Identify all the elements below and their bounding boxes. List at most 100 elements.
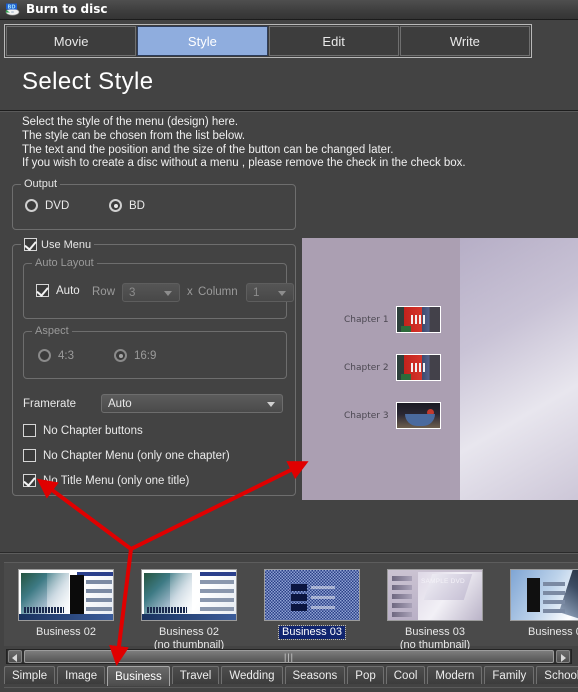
description-line-4: If you wish to create a disc without a m…: [22, 157, 466, 170]
category-tab-image[interactable]: Image: [57, 666, 106, 684]
output-group-legend: Output: [21, 178, 61, 190]
auto-layout-legend: Auto Layout: [32, 257, 97, 269]
category-tab-cool-label: Cool: [393, 669, 418, 682]
radio-output-dvd[interactable]: DVD: [25, 199, 69, 212]
style-caption-business-03-no-thumbnail-line1: Business 03: [405, 626, 465, 638]
category-tab-school-label: School: [544, 669, 578, 682]
checkbox-no-chapter-buttons-label: No Chapter buttons: [43, 424, 143, 437]
dropdown-row[interactable]: 3: [122, 283, 180, 302]
times-label: x: [187, 286, 193, 298]
preview-chapter-3-thumbnail: [396, 402, 441, 429]
dropdown-column-value: 1: [253, 286, 260, 299]
dropdown-column[interactable]: 1: [246, 283, 294, 302]
style-item-business-03[interactable]: Business 03: [258, 569, 366, 640]
aspect-legend: Aspect: [32, 325, 72, 337]
step-tab-write[interactable]: Write: [399, 26, 530, 56]
checkbox-auto-layout-row[interactable]: Auto: [36, 284, 80, 297]
style-thumbnail-business-02: [18, 569, 114, 621]
category-tab-wedding[interactable]: Wedding: [221, 666, 283, 684]
svg-text:BD: BD: [8, 4, 16, 10]
radio-bd-indicator: [109, 199, 122, 212]
style-item-business-02-no-thumbnail[interactable]: Business 02 (no thumbnail): [135, 569, 243, 652]
category-tab-simple-label: Simple: [12, 669, 48, 682]
radio-16-9-indicator: [114, 349, 127, 362]
category-tab-image-label: Image: [65, 669, 98, 682]
radio-output-bd[interactable]: BD: [109, 199, 145, 212]
checkbox-no-chapter-buttons-row[interactable]: No Chapter buttons: [23, 424, 143, 437]
style-item-business-03-no-thumbnail[interactable]: SAMPLE DVD Business 03 (no thumbnail): [381, 569, 489, 652]
category-tab-family[interactable]: Family: [484, 666, 535, 684]
checkbox-no-title-menu-row[interactable]: No Title Menu (only one title): [23, 474, 189, 487]
step-tab-style[interactable]: Style: [137, 26, 268, 56]
dropdown-framerate[interactable]: Auto: [101, 394, 283, 413]
menu-preview[interactable]: Chapter 1 Chapter 2 Chapter 3: [302, 238, 578, 500]
step-tab-style-label: Style: [187, 33, 217, 49]
preview-chapter-3[interactable]: Chapter 3: [344, 402, 441, 429]
preview-chapter-3-label: Chapter 3: [344, 410, 389, 421]
style-caption-business-04: Business 04: [528, 626, 578, 638]
window-title: Burn to disc: [26, 2, 108, 16]
category-tab-cool[interactable]: Cool: [385, 666, 426, 684]
description-line-2: The style can be chosen from the list be…: [22, 129, 246, 142]
checkbox-no-title-menu[interactable]: [23, 474, 36, 487]
step-tab-movie[interactable]: Movie: [6, 26, 137, 56]
use-menu-legend[interactable]: Use Menu: [21, 238, 95, 251]
checkbox-auto-label: Auto: [56, 284, 80, 297]
category-tab-modern[interactable]: Modern: [427, 666, 483, 684]
category-tab-travel[interactable]: Travel: [171, 666, 220, 684]
category-tab-modern-label: Modern: [435, 669, 475, 682]
auto-layout-group: Auto Layout Auto Row 3 x Column 1: [23, 257, 294, 319]
style-thumbnail-business-03-no-thumbnail: SAMPLE DVD: [387, 569, 483, 621]
category-tab-business-label: Business: [115, 670, 162, 683]
radio-aspect-16-9[interactable]: 16:9: [114, 349, 156, 362]
description-line-3: The text and the position and the size o…: [22, 143, 394, 156]
dropdown-row-value: 3: [129, 286, 136, 299]
category-tab-pop-label: Pop: [355, 669, 376, 682]
title-divider: [0, 110, 578, 112]
output-group: Output DVD BD: [12, 178, 296, 230]
preview-chapter-2[interactable]: Chapter 2: [344, 354, 441, 381]
checkbox-no-chapter-menu-row[interactable]: No Chapter Menu (only one chapter): [23, 449, 230, 462]
strip-divider: [0, 552, 578, 554]
row-label: Row: [92, 286, 116, 298]
step-tab-edit-label: Edit: [322, 33, 345, 49]
framerate-label: Framerate: [23, 398, 77, 410]
preview-chapter-1[interactable]: Chapter 1: [344, 306, 441, 333]
dropdown-framerate-value: Auto: [108, 397, 132, 410]
category-tab-simple[interactable]: Simple: [4, 666, 56, 684]
style-thumbnail-business-03: [264, 569, 360, 621]
category-tab-seasons-label: Seasons: [292, 669, 338, 682]
column-label: Column: [198, 286, 238, 298]
step-tab-write-label: Write: [449, 33, 480, 49]
scroll-right-arrow-icon[interactable]: [556, 650, 570, 663]
category-tab-business[interactable]: Business: [107, 666, 170, 686]
category-tab-family-label: Family: [492, 669, 527, 682]
category-tab-seasons[interactable]: Seasons: [284, 666, 346, 684]
radio-4-3-indicator: [38, 349, 51, 362]
scrollbar-thumb[interactable]: [24, 650, 554, 663]
window-titlebar: BD Burn to disc: [0, 0, 578, 20]
checkbox-no-chapter-buttons[interactable]: [23, 424, 36, 437]
chevron-down-icon: [267, 402, 275, 407]
style-strip-scrollbar[interactable]: [6, 649, 572, 664]
checkbox-no-chapter-menu[interactable]: [23, 449, 36, 462]
radio-aspect-4-3[interactable]: 4:3: [38, 349, 74, 362]
step-tab-bar: Movie Style Edit Write: [4, 24, 532, 58]
category-tab-pop[interactable]: Pop: [347, 666, 384, 684]
style-item-business-02[interactable]: Business 02: [12, 569, 120, 639]
style-caption-business-02-no-thumbnail-line1: Business 02: [159, 626, 219, 638]
use-menu-label: Use Menu: [41, 238, 92, 251]
use-menu-group: Use Menu Auto Layout Auto Row 3 x Column…: [12, 238, 296, 496]
page-title: Select Style: [22, 68, 154, 95]
style-thumbnail-strip: Business 02 Business 02 (no thumbnail) B…: [4, 562, 578, 651]
radio-16-9-label: 16:9: [134, 349, 157, 362]
category-tab-school[interactable]: School: [536, 666, 578, 684]
checkbox-auto[interactable]: [36, 284, 49, 297]
scroll-left-arrow-icon[interactable]: [8, 650, 22, 663]
checkbox-use-menu[interactable]: [24, 238, 37, 251]
preview-chapter-2-thumbnail: [396, 354, 441, 381]
style-item-business-04[interactable]: Business 04: [504, 569, 578, 639]
step-tab-edit[interactable]: Edit: [268, 26, 399, 56]
style-thumbnail-sample-dvd-label: SAMPLE DVD: [421, 578, 465, 585]
preview-chapter-1-label: Chapter 1: [344, 314, 389, 325]
